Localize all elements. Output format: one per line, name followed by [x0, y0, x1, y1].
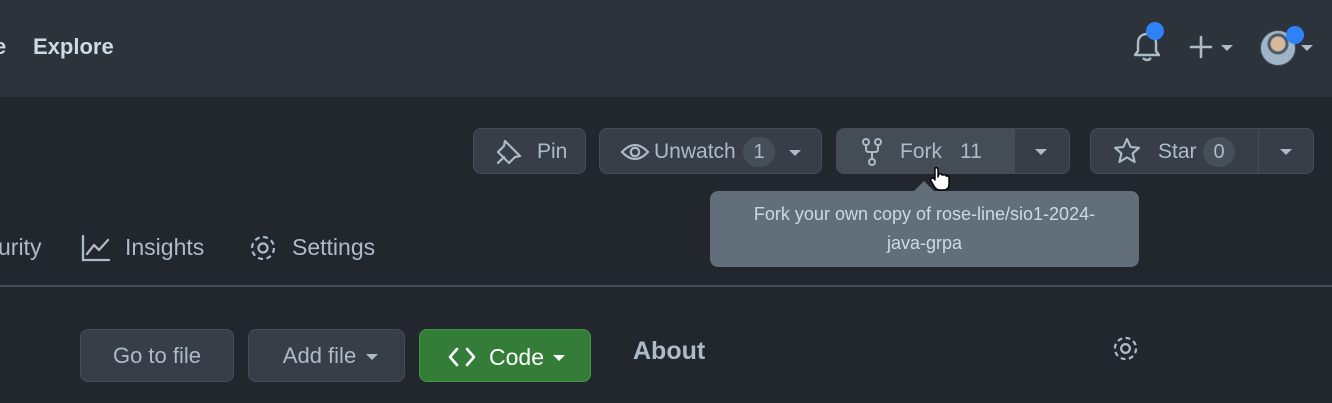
star-label: Star — [1158, 140, 1197, 163]
notifications-button[interactable] — [1131, 22, 1164, 64]
go-to-file-button[interactable]: Go to file — [80, 329, 234, 382]
fork-dropdown-button[interactable] — [1015, 129, 1069, 173]
go-to-file-label: Go to file — [112, 342, 202, 368]
chevron-down-icon — [1221, 45, 1233, 51]
chevron-down-icon — [1280, 149, 1292, 155]
gear-icon[interactable] — [1111, 334, 1140, 363]
about-heading: About — [633, 337, 706, 365]
code-button[interactable]: Code — [419, 329, 591, 382]
code-icon — [448, 347, 476, 367]
star-button[interactable]: Star 0 — [1091, 129, 1258, 173]
pin-label: Pin — [537, 140, 568, 163]
nav-link-explore[interactable]: Explore — [33, 34, 114, 60]
watch-count-badge: 1 — [743, 137, 775, 167]
fork-tooltip: Fork your own copy of rose-line/sio1-202… — [710, 191, 1139, 267]
hand-cursor-icon — [929, 166, 950, 191]
star-dropdown-button[interactable] — [1259, 129, 1313, 173]
create-new-button[interactable] — [1188, 32, 1236, 62]
chevron-down-icon — [789, 150, 801, 156]
unwatch-button[interactable]: Unwatch 1 — [599, 128, 822, 174]
tab-settings-label: Settings — [292, 234, 376, 260]
code-label: Code — [489, 344, 544, 370]
top-navigation-bar: e Explore — [0, 0, 1332, 97]
fork-count: 11 — [960, 140, 982, 163]
user-menu-button[interactable] — [1260, 26, 1320, 68]
plus-icon — [1189, 35, 1213, 59]
gear-icon — [250, 235, 276, 261]
tab-security[interactable]: urity — [0, 234, 41, 261]
tabs-divider — [0, 285, 1332, 287]
eye-icon — [620, 143, 650, 161]
graph-icon — [81, 234, 111, 262]
fork-button[interactable]: Fork 11 — [837, 129, 1014, 173]
fork-icon — [862, 138, 882, 166]
chevron-down-icon — [1301, 45, 1313, 51]
fork-button-group: Fork 11 — [836, 128, 1070, 174]
add-file-button[interactable]: Add file — [248, 329, 405, 382]
chevron-down-icon — [1035, 149, 1047, 155]
tab-insights-label: Insights — [125, 234, 205, 260]
add-file-label: Add file — [282, 342, 357, 368]
notification-indicator — [1146, 22, 1164, 40]
star-button-group: Star 0 — [1090, 128, 1314, 174]
star-icon — [1113, 137, 1141, 164]
chevron-down-icon — [366, 354, 378, 360]
pin-button[interactable]: Pin — [473, 128, 586, 174]
chevron-down-icon — [553, 355, 565, 361]
nav-link-partial[interactable]: e — [0, 34, 6, 60]
fork-label: Fork — [900, 140, 942, 163]
pin-icon — [496, 139, 522, 165]
avatar-status-indicator — [1286, 26, 1304, 44]
unwatch-label: Unwatch — [654, 140, 736, 163]
star-count-badge: 0 — [1203, 137, 1235, 167]
